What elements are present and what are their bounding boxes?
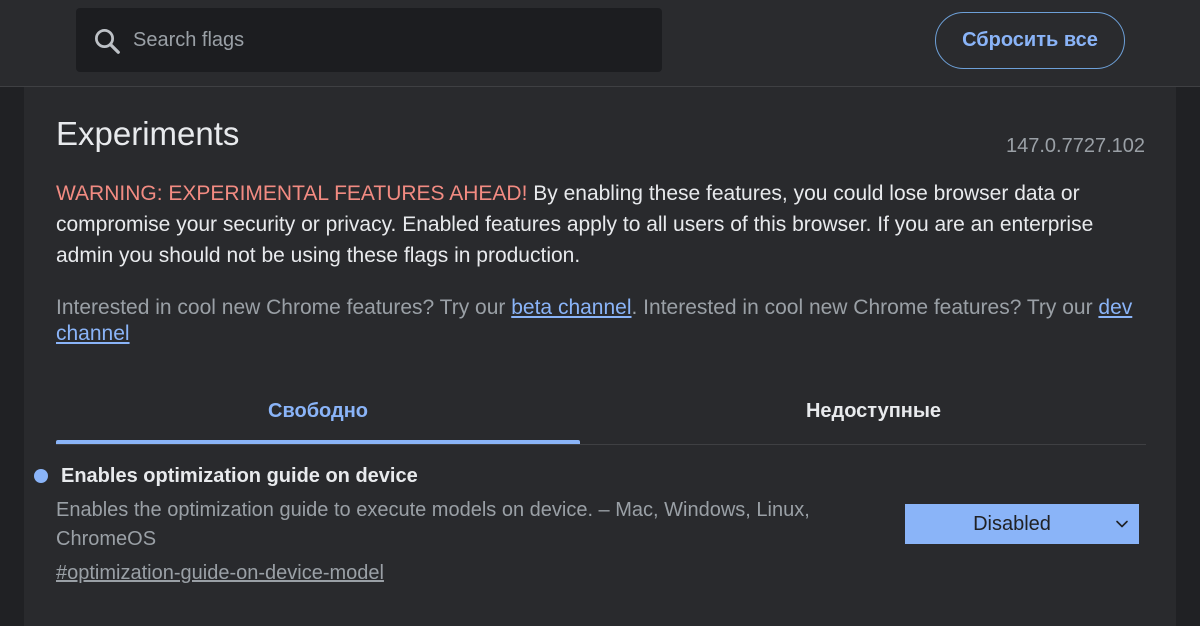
header-bar: Сбросить все — [0, 0, 1200, 87]
promo-text-2: . Interested in cool new Chrome features… — [631, 296, 1099, 319]
experiment-permalink[interactable]: #optimization-guide-on-device-model — [56, 559, 384, 587]
experiment-description: Enables the optimization guide to execut… — [56, 499, 810, 550]
channel-promo: Interested in cool new Chrome features? … — [56, 295, 1146, 347]
reset-all-button[interactable]: Сбросить все — [935, 12, 1125, 69]
beta-channel-link[interactable]: beta channel — [511, 296, 631, 319]
search-input[interactable] — [133, 22, 633, 58]
experiment-state-select[interactable]: Disabled — [905, 504, 1139, 544]
tab-available[interactable]: Свободно — [56, 380, 580, 442]
selected-tab-indicator — [56, 440, 580, 444]
bullet-dot-icon — [34, 469, 48, 483]
chevron-down-icon — [1116, 520, 1128, 528]
selected-value: Disabled — [973, 513, 1051, 535]
warning-label: WARNING: EXPERIMENTAL FEATURES AHEAD! — [56, 182, 528, 205]
page-title: Experiments — [56, 115, 240, 152]
warning-message: WARNING: EXPERIMENTAL FEATURES AHEAD! By… — [56, 178, 1146, 271]
promo-text-1: Interested in cool new Chrome features? … — [56, 296, 512, 319]
experiment-title: Enables optimization guide on device — [61, 465, 418, 487]
flags-page: Сбросить все Experiments 147.0.7727.102 … — [0, 0, 1200, 626]
version-label: 147.0.7727.102 — [1005, 135, 1145, 157]
search-icon — [95, 29, 120, 54]
tab-unavailable[interactable]: Недоступные — [601, 380, 1146, 442]
tab-bar: Свободно Недоступные — [56, 380, 1146, 445]
